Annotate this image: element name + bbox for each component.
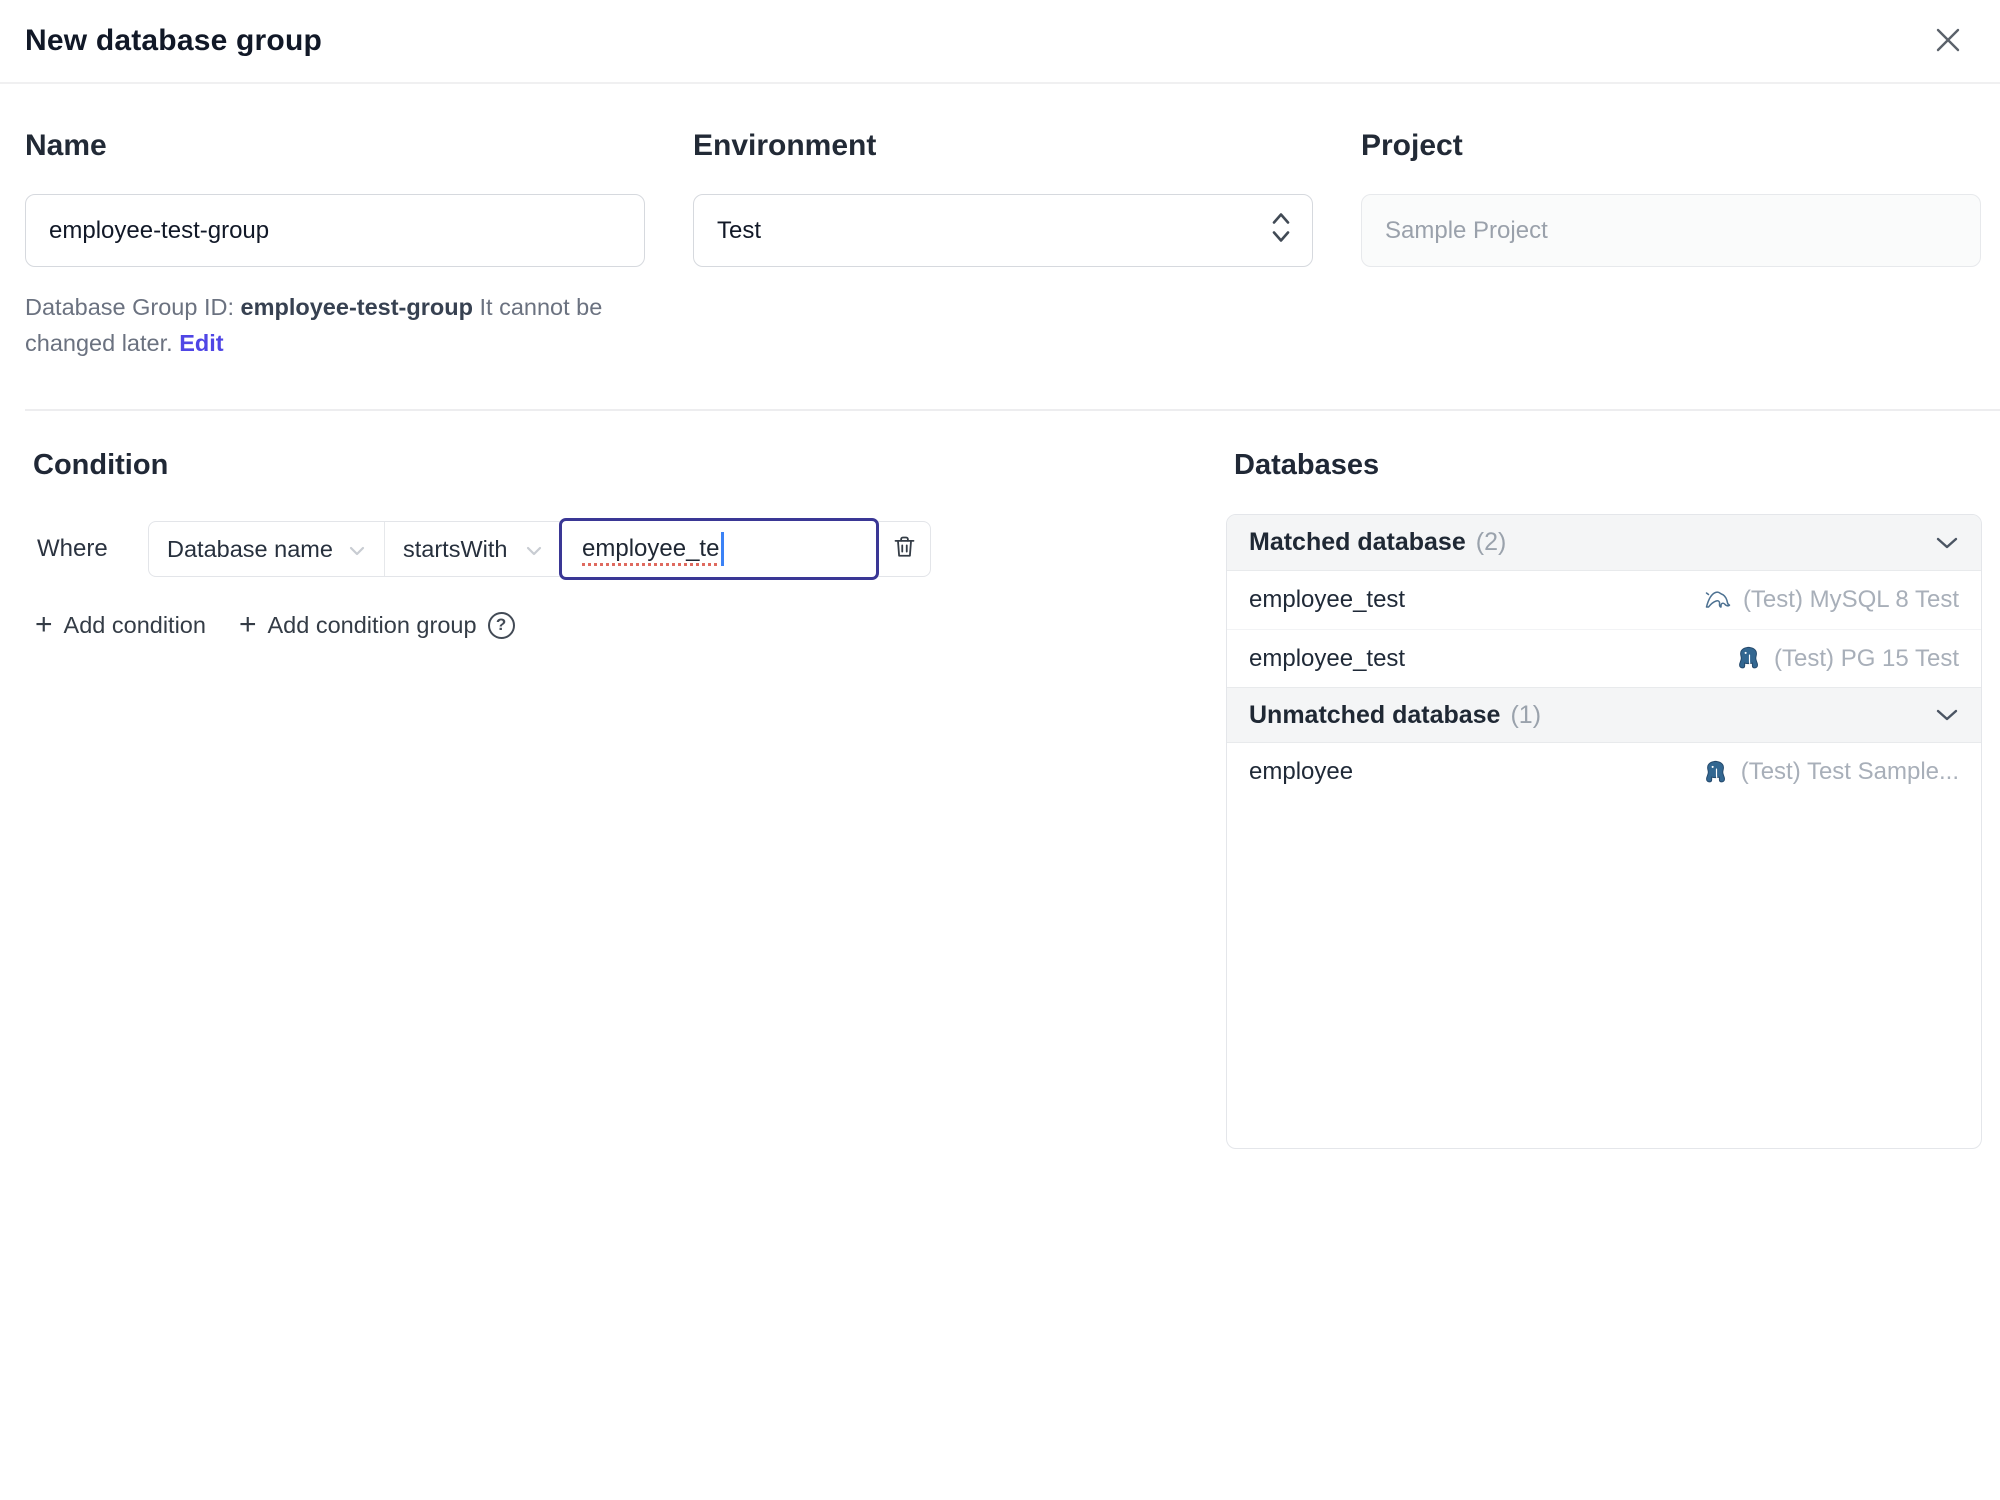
matched-database-count: (2): [1475, 528, 1507, 556]
databases-heading: Databases: [1234, 449, 1380, 481]
where-label: Where: [37, 535, 108, 562]
database-name: employee_test: [1249, 586, 1406, 613]
add-condition-button[interactable]: + Add condition: [35, 610, 206, 640]
condition-value-cell: employee_te: [559, 518, 879, 580]
help-icon[interactable]: ?: [487, 611, 515, 639]
unmatched-database-row: employee (Test) Test Sample...: [1227, 743, 1981, 801]
plus-icon: +: [35, 608, 53, 641]
name-field-group: Name Database Group ID: employee-test-gr…: [25, 128, 645, 361]
chevron-down-icon: [1935, 536, 1959, 550]
condition-expression-group: Database name startsWith employee_te: [148, 518, 931, 580]
chevron-down-icon: [525, 536, 543, 563]
postgresql-icon: [1736, 645, 1763, 672]
project-select[interactable]: Sample Project: [1361, 194, 1981, 267]
project-field-group: Project Sample Project: [1361, 128, 1981, 361]
unmatched-database-count: (1): [1510, 700, 1542, 729]
postgresql-icon: [1703, 759, 1730, 786]
database-instance: (Test) Test Sample...: [1703, 758, 1959, 786]
matched-database-header[interactable]: Matched database (2): [1227, 515, 1981, 571]
database-name: employee: [1249, 758, 1354, 785]
environment-selected-value: Test: [717, 216, 762, 244]
databases-panel: Matched database (2) employee_test (Test…: [1226, 514, 1982, 1149]
close-button[interactable]: [1926, 19, 1970, 63]
unmatched-database-header[interactable]: Unmatched database (1): [1227, 687, 1981, 743]
group-id-value: employee-test-group: [240, 294, 473, 320]
text-caret: [721, 532, 725, 566]
select-arrows-icon: [1270, 209, 1292, 252]
condition-operator-dropdown[interactable]: startsWith: [385, 522, 561, 576]
page-title: New database group: [25, 24, 322, 57]
dialog-header: New database group: [0, 0, 2000, 84]
databases-section: Databases Matched database (2) employee_…: [1226, 447, 1982, 1149]
section-divider: [25, 409, 2000, 411]
add-condition-label: Add condition: [63, 611, 206, 638]
name-input[interactable]: [25, 194, 645, 267]
project-selected-value: Sample Project: [1385, 216, 1548, 244]
group-id-prefix: Database Group ID:: [25, 294, 234, 320]
project-label: Project: [1361, 129, 1463, 162]
chevron-down-icon: [1935, 708, 1959, 722]
condition-operator-value: startsWith: [403, 535, 508, 562]
matched-database-row: employee_test (Test) PG 15 Test: [1227, 629, 1981, 687]
environment-label: Environment: [693, 129, 877, 162]
form-row: Name Database Group ID: employee-test-gr…: [25, 128, 2000, 361]
unmatched-database-label: Unmatched database: [1249, 700, 1501, 729]
database-name: employee_test: [1249, 644, 1406, 672]
condition-section: Condition Where Database name startsWith: [25, 447, 1226, 1149]
environment-field-group: Environment Test: [693, 128, 1313, 361]
mysql-icon: [1704, 586, 1732, 614]
condition-value-input[interactable]: employee_te: [559, 518, 879, 580]
database-instance: (Test) MySQL 8 Test: [1704, 586, 1959, 614]
edit-group-id-link[interactable]: Edit: [179, 330, 223, 356]
database-instance-label: (Test) MySQL 8 Test: [1742, 586, 1959, 613]
condition-factor-dropdown[interactable]: Database name: [149, 522, 385, 576]
database-instance-label: (Test) Test Sample...: [1740, 758, 1959, 785]
add-condition-group-label: Add condition group: [267, 611, 477, 638]
database-instance: (Test) PG 15 Test: [1736, 645, 1959, 673]
condition-actions: + Add condition + Add condition group ?: [25, 610, 1226, 640]
add-condition-group-button[interactable]: + Add condition group: [239, 610, 477, 640]
group-id-helper: Database Group ID: employee-test-group I…: [25, 289, 657, 361]
condition-factor-value: Database name: [167, 535, 333, 562]
database-instance-label: (Test) PG 15 Test: [1774, 644, 1959, 672]
trash-icon: [891, 533, 918, 566]
environment-select[interactable]: Test: [693, 194, 1313, 267]
matched-database-row: employee_test (Test) MySQL 8 Test: [1227, 571, 1981, 629]
close-icon: [1932, 24, 1964, 59]
lower-area: Condition Where Database name startsWith: [25, 447, 2000, 1149]
condition-value-text: employee_te: [582, 535, 720, 562]
plus-icon: +: [238, 608, 257, 641]
condition-row: Where Database name startsWith employee_…: [25, 518, 1226, 580]
delete-condition-button[interactable]: [878, 522, 930, 576]
name-label: Name: [25, 129, 107, 162]
matched-database-label: Matched database: [1249, 528, 1466, 556]
chevron-down-icon: [348, 536, 366, 563]
condition-heading: Condition: [33, 449, 169, 481]
